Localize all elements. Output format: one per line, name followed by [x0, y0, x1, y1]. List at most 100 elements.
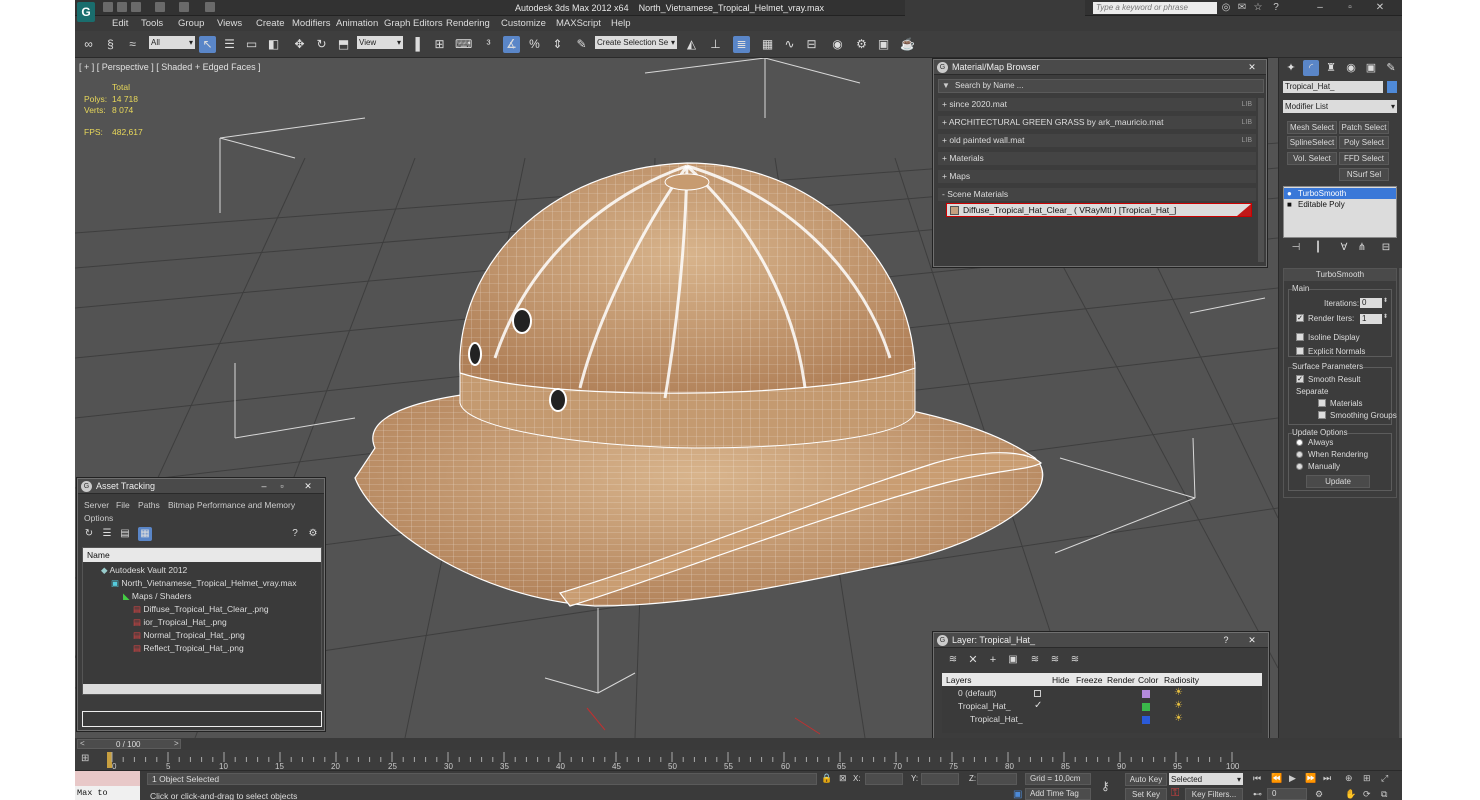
maps-group-row[interactable]: + Maps	[938, 170, 1256, 183]
tree-item[interactable]: ▤ ior_Tropical_Hat_.png	[129, 616, 227, 629]
col-radiosity[interactable]: Radiosity	[1164, 675, 1199, 685]
minimize-icon[interactable]: –	[256, 480, 272, 492]
keyboard-shortcut-icon[interactable]: ⌨	[455, 36, 472, 53]
current-frame-field[interactable]: 0	[1267, 788, 1307, 800]
time-slider[interactable]: < 0 / 100 >	[75, 738, 1402, 750]
configure-sets-icon[interactable]: ⊟	[1379, 241, 1393, 255]
layer-row[interactable]: 0 (default) ☀	[942, 687, 1202, 700]
asset-tracking-header[interactable]: G Asset Tracking – ▫ ✕	[78, 479, 324, 494]
when-rendering-radio[interactable]	[1296, 451, 1303, 458]
favorites-star-icon[interactable]: ☆	[1253, 3, 1263, 13]
render-iters-checkbox[interactable]: ✓	[1296, 314, 1304, 322]
project-folder-icon[interactable]	[205, 2, 215, 12]
menu-arrow-icon[interactable]: ▼	[942, 81, 950, 90]
close-icon[interactable]: ✕	[1244, 61, 1260, 73]
display-tab-icon[interactable]: ▣	[1363, 60, 1379, 76]
layer-color-swatch[interactable]	[1142, 703, 1150, 711]
key-icon[interactable]: ⚷	[1101, 779, 1110, 793]
named-selection-dropdown[interactable]: Create Selection Se	[595, 36, 677, 49]
col-hide[interactable]: Hide	[1052, 675, 1069, 685]
go-to-end-icon[interactable]: ⏭	[1323, 773, 1331, 784]
material-search-input[interactable]: Search by Name ...	[955, 81, 1023, 90]
spline-select-button[interactable]: SplineSelect	[1287, 136, 1337, 149]
settings-icon[interactable]: ⚙	[306, 527, 320, 541]
y-coordinate-field[interactable]	[921, 773, 959, 785]
pivot-center-icon[interactable]: ▐	[407, 36, 424, 53]
materials-group-row[interactable]: + Materials	[938, 152, 1256, 165]
open-file-icon[interactable]	[117, 2, 127, 12]
object-name-input[interactable]: Tropical_Hat_	[1283, 81, 1383, 93]
help-icon[interactable]: ?	[288, 527, 302, 541]
bind-space-warp-icon[interactable]: ≈	[124, 36, 141, 53]
materials-checkbox[interactable]	[1318, 399, 1326, 407]
undo-icon[interactable]	[155, 2, 165, 12]
highlight-layer-icon[interactable]: ≋	[1028, 653, 1042, 667]
add-time-tag-field[interactable]: Add Time Tag	[1025, 788, 1091, 800]
layer-window-header[interactable]: G Layer: Tropical_Hat_ ? ✕	[934, 633, 1268, 648]
menu-customize[interactable]: Customize	[501, 18, 546, 29]
select-object-icon[interactable]: ↖	[199, 36, 216, 53]
select-manipulate-icon[interactable]: ⊞	[431, 36, 448, 53]
stack-item-turbosmooth[interactable]: ● TurboSmooth	[1284, 188, 1396, 199]
create-layer-icon[interactable]: ≋	[946, 653, 960, 667]
zoom-icon[interactable]: ⊕	[1345, 773, 1353, 784]
mesh-select-button[interactable]: Mesh Select	[1287, 121, 1337, 134]
angle-snap-icon[interactable]: ∡	[503, 36, 520, 53]
maxscript-listener-top[interactable]	[75, 771, 140, 786]
mini-curve-editor-icon[interactable]: ⊞	[81, 753, 89, 764]
key-mode-toggle-icon[interactable]: ⊷	[1253, 789, 1262, 800]
minimize-icon[interactable]: –	[1315, 3, 1325, 13]
lock-selection-icon[interactable]: 🔒	[821, 773, 832, 784]
current-layer-icon[interactable]	[1034, 690, 1041, 697]
smoothing-groups-checkbox[interactable]	[1318, 411, 1326, 419]
layer-row[interactable]: Tropical_Hat_ ☀	[942, 713, 1202, 726]
horizontal-scrollbar[interactable]	[83, 684, 321, 694]
help-icon[interactable]: ?	[1271, 3, 1281, 13]
radiosity-icon[interactable]: ☀	[1174, 687, 1183, 698]
select-in-layer-icon[interactable]: ▣	[1006, 653, 1020, 667]
table-view-icon[interactable]: ▦	[138, 527, 152, 541]
reference-coordinate-dropdown[interactable]: View	[357, 36, 403, 49]
browser-scrollbar[interactable]	[1258, 98, 1264, 262]
hierarchy-tab-icon[interactable]: ♜	[1323, 60, 1339, 76]
col-render[interactable]: Render	[1107, 675, 1135, 685]
library-row[interactable]: + old painted wall.mat LIB	[938, 134, 1256, 147]
modifier-list-dropdown[interactable]: Modifier List	[1283, 100, 1397, 113]
add-to-layer-icon[interactable]: +	[986, 653, 1000, 667]
close-icon[interactable]: ✕	[300, 480, 316, 492]
align-icon[interactable]: ⊥	[707, 36, 724, 53]
snaps-toggle-icon[interactable]: ³	[480, 36, 497, 53]
menu-help[interactable]: Help	[611, 18, 631, 29]
current-layer-check-icon[interactable]: ✓	[1034, 700, 1042, 711]
maximize-icon[interactable]: ▫	[274, 480, 290, 492]
time-configuration-icon[interactable]: ⚙	[1315, 789, 1323, 800]
make-unique-icon[interactable]: ∀	[1337, 241, 1351, 255]
name-column-header[interactable]: Name	[83, 548, 321, 562]
iterations-spinner[interactable]: 0	[1360, 298, 1382, 308]
tree-item[interactable]: ◆ Autodesk Vault 2012	[97, 564, 187, 577]
render-production-icon[interactable]: ☕	[899, 36, 916, 53]
spinner-arrows-icon[interactable]: ⬍	[1383, 313, 1388, 320]
always-radio[interactable]	[1296, 439, 1303, 446]
unlink-icon[interactable]: §	[102, 36, 119, 53]
create-tab-icon[interactable]: ✦	[1283, 60, 1299, 76]
auto-key-button[interactable]: Auto Key	[1125, 773, 1167, 786]
layer-manager-icon[interactable]: ≣	[733, 36, 750, 53]
rollout-title[interactable]: TurboSmooth	[1284, 269, 1396, 281]
stack-item-editable-poly[interactable]: ■ Editable Poly	[1284, 199, 1396, 210]
command-panel-scrollbar[interactable]	[1399, 268, 1402, 738]
mirror-icon[interactable]: ◭	[683, 36, 700, 53]
redo-icon[interactable]	[179, 2, 189, 12]
layer-color-swatch[interactable]	[1142, 716, 1150, 724]
close-window-icon[interactable]: ✕	[1375, 3, 1385, 13]
close-icon[interactable]: ✕	[1244, 634, 1260, 646]
help-search-input[interactable]: Type a keyword or phrase	[1093, 2, 1217, 14]
percent-snap-icon[interactable]: %	[526, 36, 543, 53]
update-button[interactable]: Update	[1306, 475, 1370, 488]
spinner-snap-icon[interactable]: ⇕	[549, 36, 566, 53]
viewport-label[interactable]: [ + ] [ Perspective ] [ Shaded + Edged F…	[79, 62, 261, 72]
rotate-icon[interactable]: ↻	[313, 36, 330, 53]
curve-editor-icon[interactable]: ∿	[781, 36, 798, 53]
absolute-mode-icon[interactable]: ⊠	[839, 773, 847, 784]
help-icon[interactable]: ?	[1218, 634, 1234, 646]
